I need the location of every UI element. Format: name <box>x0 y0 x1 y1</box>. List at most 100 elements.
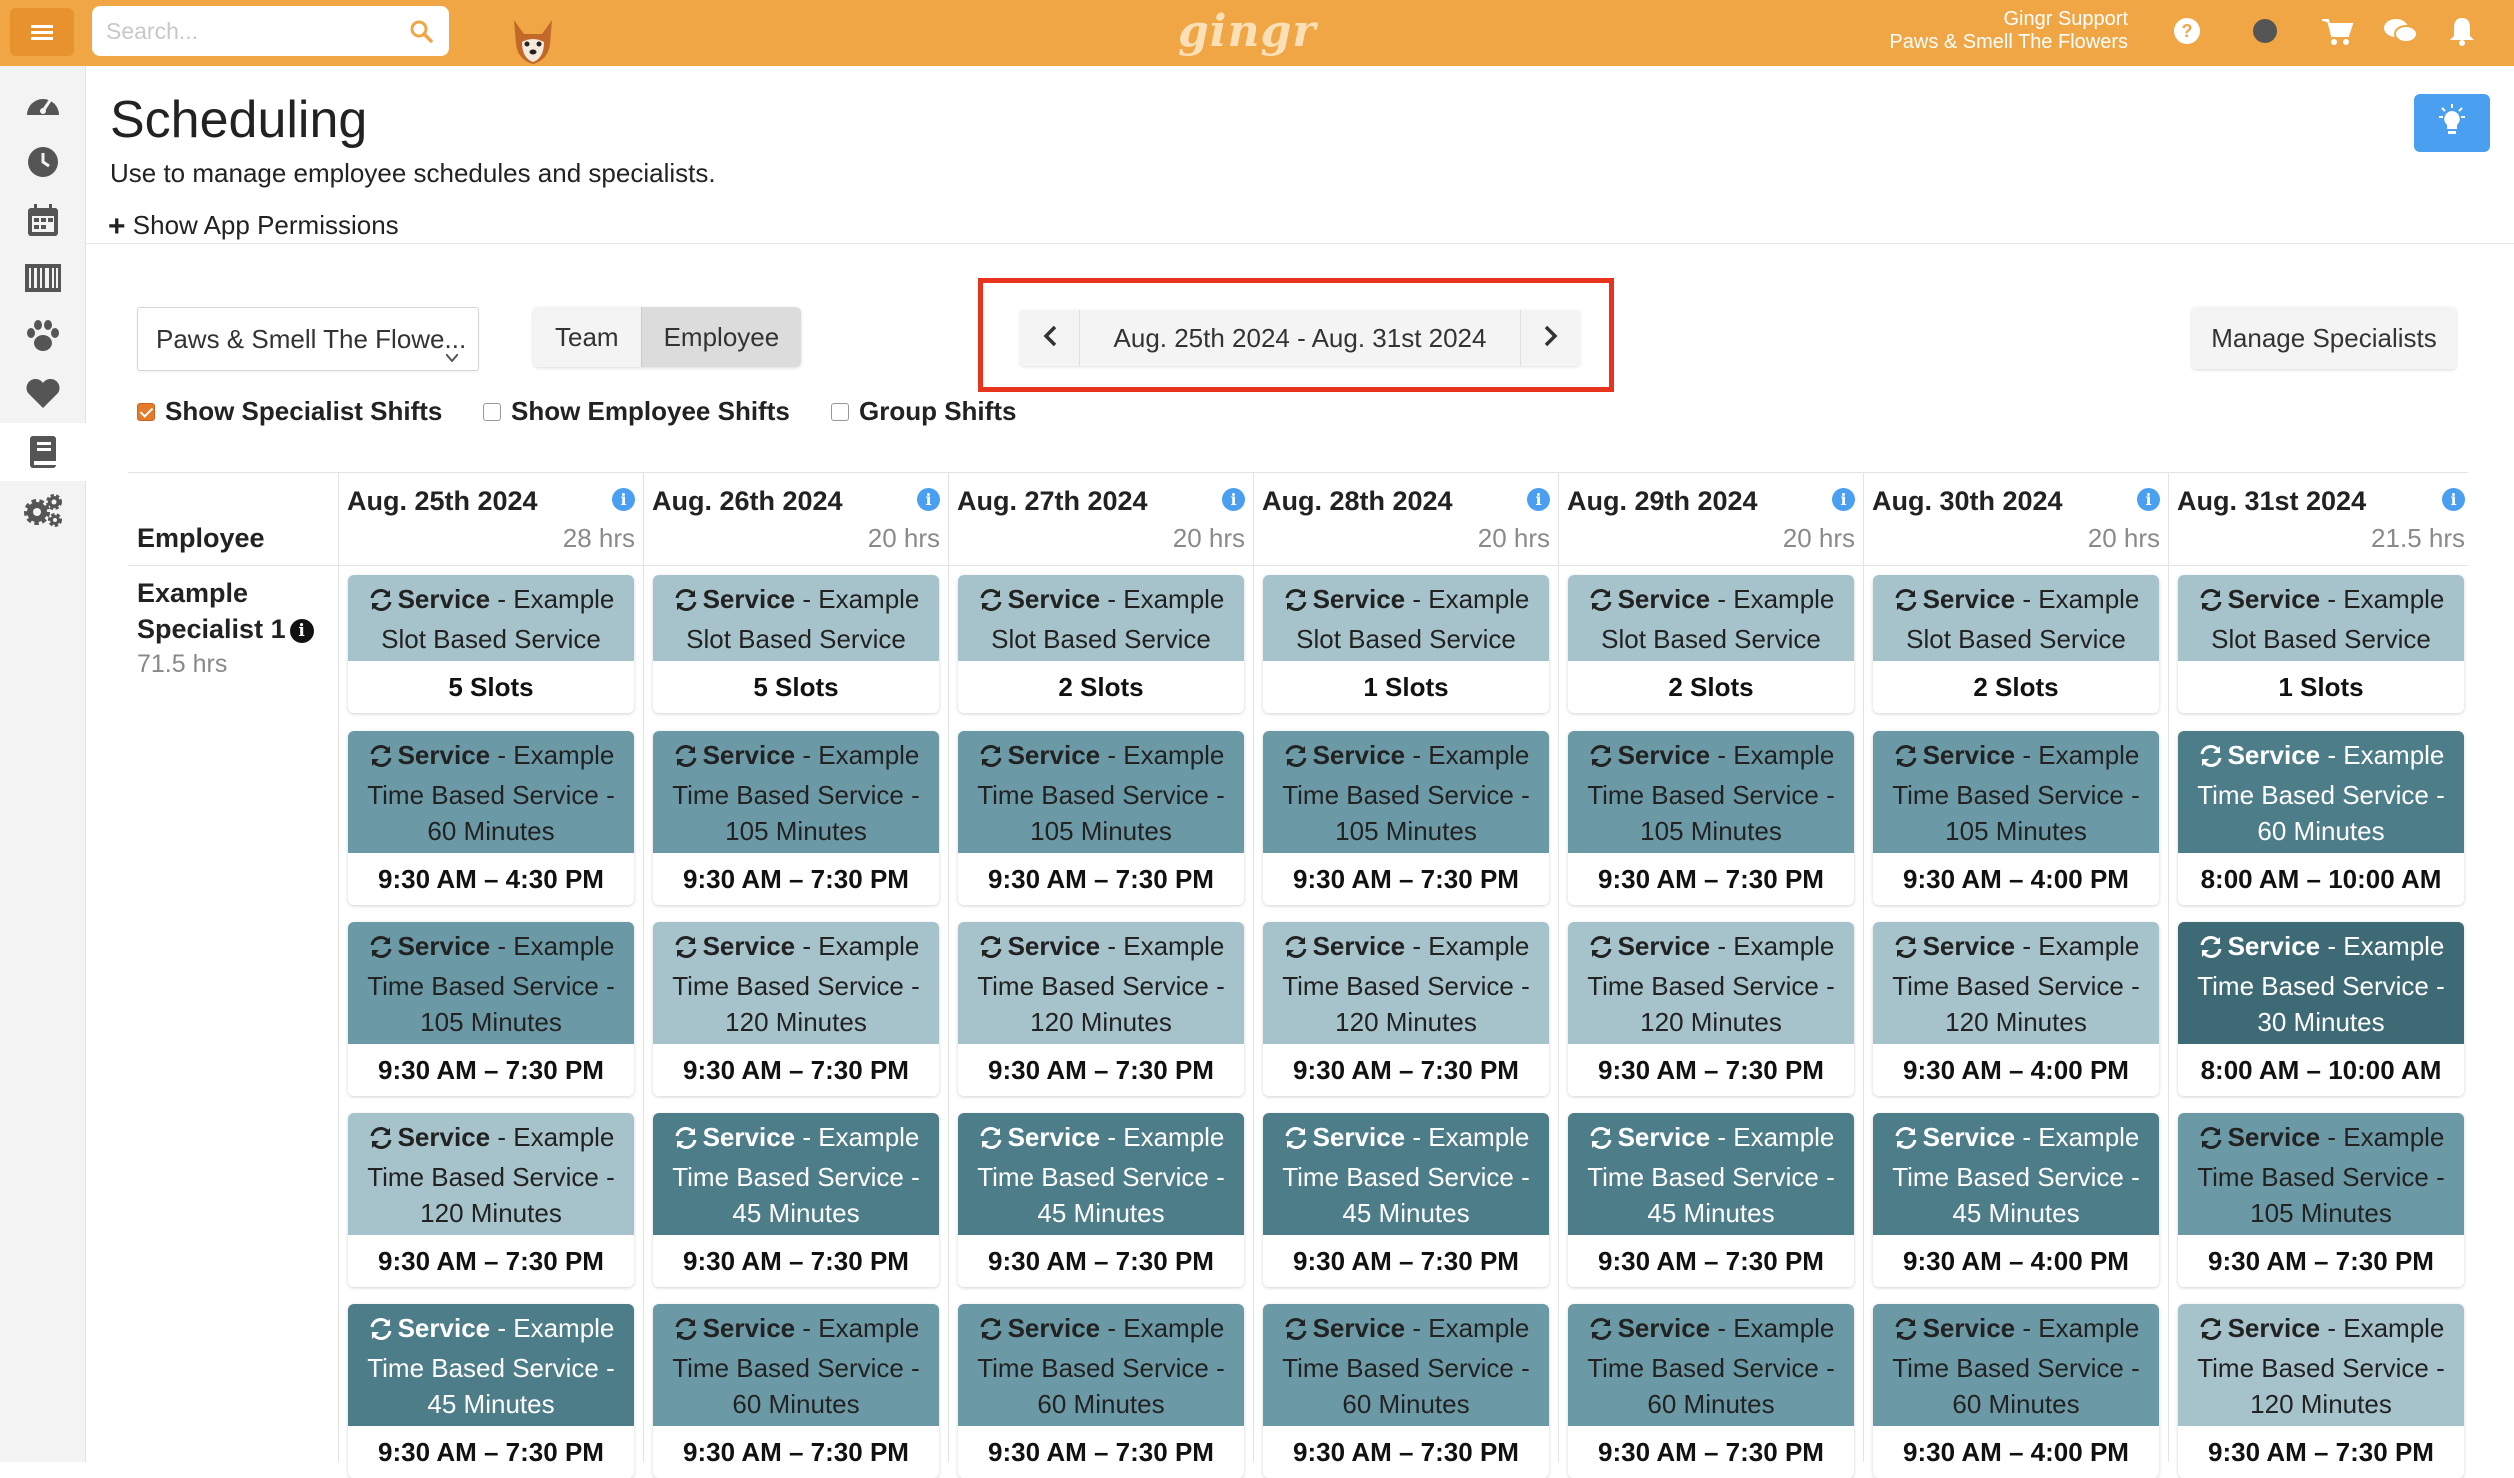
shift-card[interactable]: Service - Example Time Based Service - 4… <box>653 1113 939 1287</box>
toggle-team[interactable]: Team <box>533 307 641 367</box>
info-icon[interactable]: i <box>1832 488 1855 511</box>
location-select[interactable]: Paws & Smell The Flowe... <box>137 307 479 371</box>
shift-card[interactable]: Service - Example Time Based Service - 1… <box>958 731 1244 905</box>
info-icon[interactable]: i <box>289 618 314 643</box>
menu-icon[interactable] <box>10 8 74 56</box>
shift-service: Service - Example Time Based Service - 6… <box>958 1304 1244 1426</box>
show-employee-shifts-checkbox[interactable]: Show Employee Shifts <box>483 396 790 427</box>
shift-card[interactable]: Service - Example Time Based Service - 4… <box>348 1304 634 1478</box>
shift-service: Service - Example Time Based Service - 4… <box>653 1113 939 1235</box>
shift-card[interactable]: Service - Example Slot Based Service 5 Sl… <box>653 575 939 713</box>
service-label: Service <box>1312 584 1406 614</box>
info-icon[interactable]: i <box>2137 488 2160 511</box>
book-icon[interactable] <box>0 423 86 481</box>
shift-card[interactable]: Service - Example Time Based Service - 1… <box>1263 731 1549 905</box>
next-week-button[interactable] <box>1520 310 1580 366</box>
shift-card[interactable]: Service - Example Time Based Service - 1… <box>653 731 939 905</box>
clock-icon[interactable] <box>0 133 86 191</box>
gingr-logo[interactable]: gingr <box>1178 6 1316 57</box>
service-label: Service <box>1922 1313 2016 1343</box>
shift-card[interactable]: Service - Example Time Based Service - 1… <box>1263 922 1549 1096</box>
search-icon[interactable] <box>409 19 433 48</box>
shift-card[interactable]: Service - Example Time Based Service - 6… <box>1873 1304 2159 1478</box>
chat-icon[interactable] <box>2382 16 2418 51</box>
shift-card[interactable]: Service - Example Time Based Service - 1… <box>1568 731 1854 905</box>
shift-card[interactable]: Service - Example Slot Based Service 2 Sl… <box>1568 575 1854 713</box>
service-label: Service <box>1617 1122 1711 1152</box>
checkbox-checked[interactable] <box>137 402 155 421</box>
settings-icon[interactable] <box>0 481 86 539</box>
service-separator: - <box>1100 584 1124 614</box>
search-input[interactable] <box>106 6 396 56</box>
dog-avatar-icon[interactable] <box>508 16 558 71</box>
info-icon[interactable]: i <box>612 488 635 511</box>
search-box[interactable] <box>92 6 449 56</box>
calendar-icon[interactable] <box>0 191 86 249</box>
barcode-icon[interactable] <box>0 249 86 307</box>
shift-card[interactable]: Service - Example Time Based Service - 1… <box>2178 1304 2464 1478</box>
shift-detail: 5 Slots <box>653 661 939 713</box>
show-specialist-shifts-checkbox[interactable]: Show Specialist Shifts <box>137 396 442 427</box>
refresh-icon <box>1893 1314 1919 1350</box>
manage-specialists-button[interactable]: Manage Specialists <box>2192 307 2456 369</box>
shift-service: Service - Example Time Based Service - 1… <box>2178 1304 2464 1426</box>
group-shifts-checkbox[interactable]: Group Shifts <box>831 396 1016 427</box>
toggle-employee[interactable]: Employee <box>640 307 802 367</box>
info-icon[interactable]: i <box>917 488 940 511</box>
employee-name[interactable]: Example Specialist 1i <box>137 575 317 647</box>
shift-card[interactable]: Service - Example Slot Based Service 2 Sl… <box>958 575 1244 713</box>
shift-detail: 9:30 AM – 4:00 PM <box>1873 1235 2159 1287</box>
checkbox-unchecked[interactable] <box>483 402 501 421</box>
shift-card[interactable]: Service - Example Time Based Service - 6… <box>348 731 634 905</box>
checkbox-unchecked[interactable] <box>831 402 849 421</box>
show-permissions-link[interactable]: + Show App Permissions <box>108 210 399 244</box>
shift-card[interactable]: Service - Example Time Based Service - 6… <box>1568 1304 1854 1478</box>
shift-service: Service - Example Time Based Service - 4… <box>1568 1113 1854 1235</box>
help-icon[interactable]: ? <box>2172 16 2202 51</box>
user-info[interactable]: Gingr Support Paws & Smell The Flowers <box>1889 8 2128 54</box>
shift-card[interactable]: Service - Example Slot Based Service 2 Sl… <box>1873 575 2159 713</box>
shift-card[interactable]: Service - Example Time Based Service - 1… <box>348 922 634 1096</box>
dashboard-icon[interactable] <box>0 75 86 133</box>
info-icon[interactable]: i <box>2442 488 2465 511</box>
cart-icon[interactable] <box>2320 16 2354 51</box>
shift-card[interactable]: Service - Example Time Based Service - 1… <box>348 1113 634 1287</box>
shift-card[interactable]: Service - Example Time Based Service - 3… <box>2178 922 2464 1096</box>
service-label: Service <box>1007 740 1101 770</box>
shift-service: Service - Example Time Based Service - 6… <box>348 731 634 853</box>
tips-button[interactable] <box>2414 94 2490 152</box>
info-icon[interactable]: i <box>1527 488 1550 511</box>
shift-card[interactable]: Service - Example Time Based Service - 4… <box>1263 1113 1549 1287</box>
shift-card[interactable]: Service - Example Time Based Service - 1… <box>1873 731 2159 905</box>
shift-card[interactable]: Service - Example Time Based Service - 1… <box>1873 922 2159 1096</box>
service-label: Service <box>397 1122 491 1152</box>
checkbox-label: Group Shifts <box>859 396 1017 426</box>
bell-icon[interactable] <box>2448 16 2476 51</box>
shift-card[interactable]: Service - Example Time Based Service - 6… <box>1263 1304 1549 1478</box>
service-label: Service <box>702 740 796 770</box>
shift-card[interactable]: Service - Example Time Based Service - 1… <box>1568 922 1854 1096</box>
service-label: Service <box>2227 740 2321 770</box>
shift-card[interactable]: Service - Example Time Based Service - 1… <box>958 922 1244 1096</box>
shift-service: Service - Example Time Based Service - 6… <box>1568 1304 1854 1426</box>
service-separator: - <box>2015 1122 2039 1152</box>
prev-week-button[interactable] <box>1020 310 1080 366</box>
shift-card[interactable]: Service - Example Slot Based Service 5 Sl… <box>348 575 634 713</box>
shift-card[interactable]: Service - Example Slot Based Service 1 Sl… <box>2178 575 2464 713</box>
shift-card[interactable]: Service - Example Time Based Service - 6… <box>958 1304 1244 1478</box>
date-range-label[interactable]: Aug. 25th 2024 - Aug. 31st 2024 <box>1080 310 1520 366</box>
shift-card[interactable]: Service - Example Time Based Service - 1… <box>2178 1113 2464 1287</box>
shift-card[interactable]: Service - Example Slot Based Service 1 Sl… <box>1263 575 1549 713</box>
refresh-icon <box>1588 1123 1614 1159</box>
shift-card[interactable]: Service - Example Time Based Service - 4… <box>1568 1113 1854 1287</box>
shift-card[interactable]: Service - Example Time Based Service - 1… <box>653 922 939 1096</box>
heart-icon[interactable] <box>0 365 86 423</box>
paw-icon[interactable] <box>0 307 86 365</box>
status-dot-icon[interactable] <box>2250 16 2280 51</box>
info-icon[interactable]: i <box>1222 488 1245 511</box>
refresh-icon <box>1893 741 1919 777</box>
shift-card[interactable]: Service - Example Time Based Service - 6… <box>2178 731 2464 905</box>
shift-card[interactable]: Service - Example Time Based Service - 4… <box>1873 1113 2159 1287</box>
shift-card[interactable]: Service - Example Time Based Service - 6… <box>653 1304 939 1478</box>
shift-card[interactable]: Service - Example Time Based Service - 4… <box>958 1113 1244 1287</box>
